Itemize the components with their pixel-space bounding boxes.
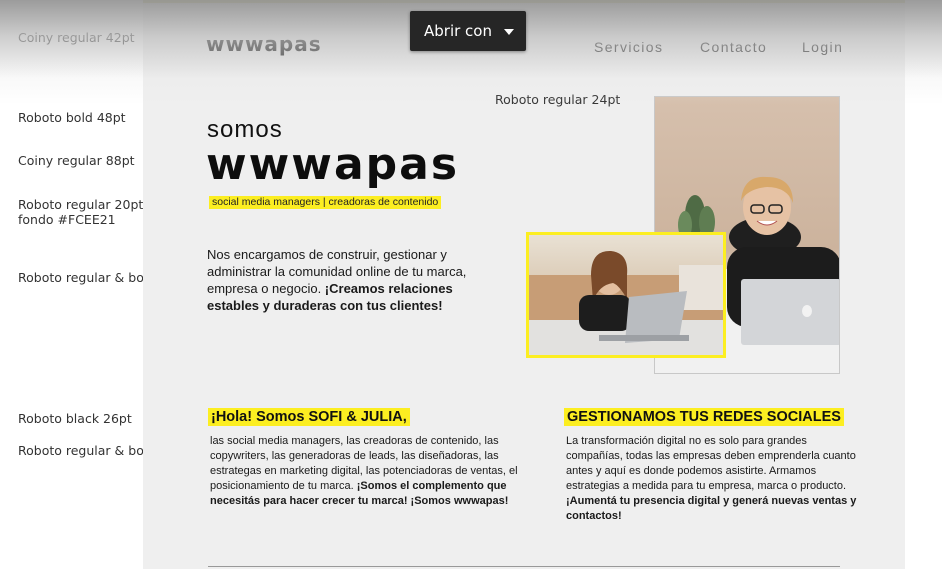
annotation-coiny-42: Coiny regular 42pt [18, 30, 135, 45]
section-body-gestionamos: La transformación digital no es solo par… [566, 434, 866, 524]
photo-woman-laptop [526, 232, 726, 358]
nav-login[interactable]: Login [802, 39, 843, 55]
annotation-roboto-20-line1: Roboto regular 20pt [18, 197, 144, 212]
top-stripe [143, 0, 905, 3]
bottom-divider [208, 566, 840, 567]
section-heading-hola: ¡Hola! Somos SOFI & JULIA, [208, 408, 410, 426]
annotation-coiny-88: Coiny regular 88pt [18, 153, 135, 168]
section-body-gestionamos-bold: ¡Aumentá tu presencia digital y generá n… [566, 495, 857, 522]
section-heading-gestionamos: GESTIONAMOS TUS REDES SOCIALES [564, 408, 844, 426]
hero-tagline: social media managers | creadoras de con… [209, 196, 442, 209]
photo-woman-laptop-illustration [529, 250, 723, 355]
section-body-gestionamos-regular: La transformación digital no es solo par… [566, 435, 856, 492]
nav-servicios[interactable]: Servicios [594, 39, 663, 55]
annotation-roboto-20-line2: fondo #FCEE21 [18, 212, 116, 227]
open-with-label: Abrir con [424, 22, 492, 40]
annotation-roboto-regular-24: Roboto regular 24pt [495, 92, 621, 107]
nav-contacto[interactable]: Contacto [700, 39, 767, 55]
header-logo[interactable]: wwwapas [206, 32, 322, 56]
hero-brand: wwwapas [206, 139, 460, 190]
open-with-button[interactable]: Abrir con [410, 11, 526, 51]
annotation-roboto-bold-48: Roboto bold 48pt [18, 110, 126, 125]
annotation-roboto-20: Roboto regular 20pt fondo #FCEE21 [18, 197, 143, 227]
chevron-down-icon [504, 29, 514, 35]
annotation-roboto-black-26: Roboto black 26pt [18, 411, 132, 426]
section-body-hola: las social media managers, las creadoras… [210, 434, 530, 509]
hero-intro: Nos encargamos de construir, gestionar y… [207, 246, 507, 314]
